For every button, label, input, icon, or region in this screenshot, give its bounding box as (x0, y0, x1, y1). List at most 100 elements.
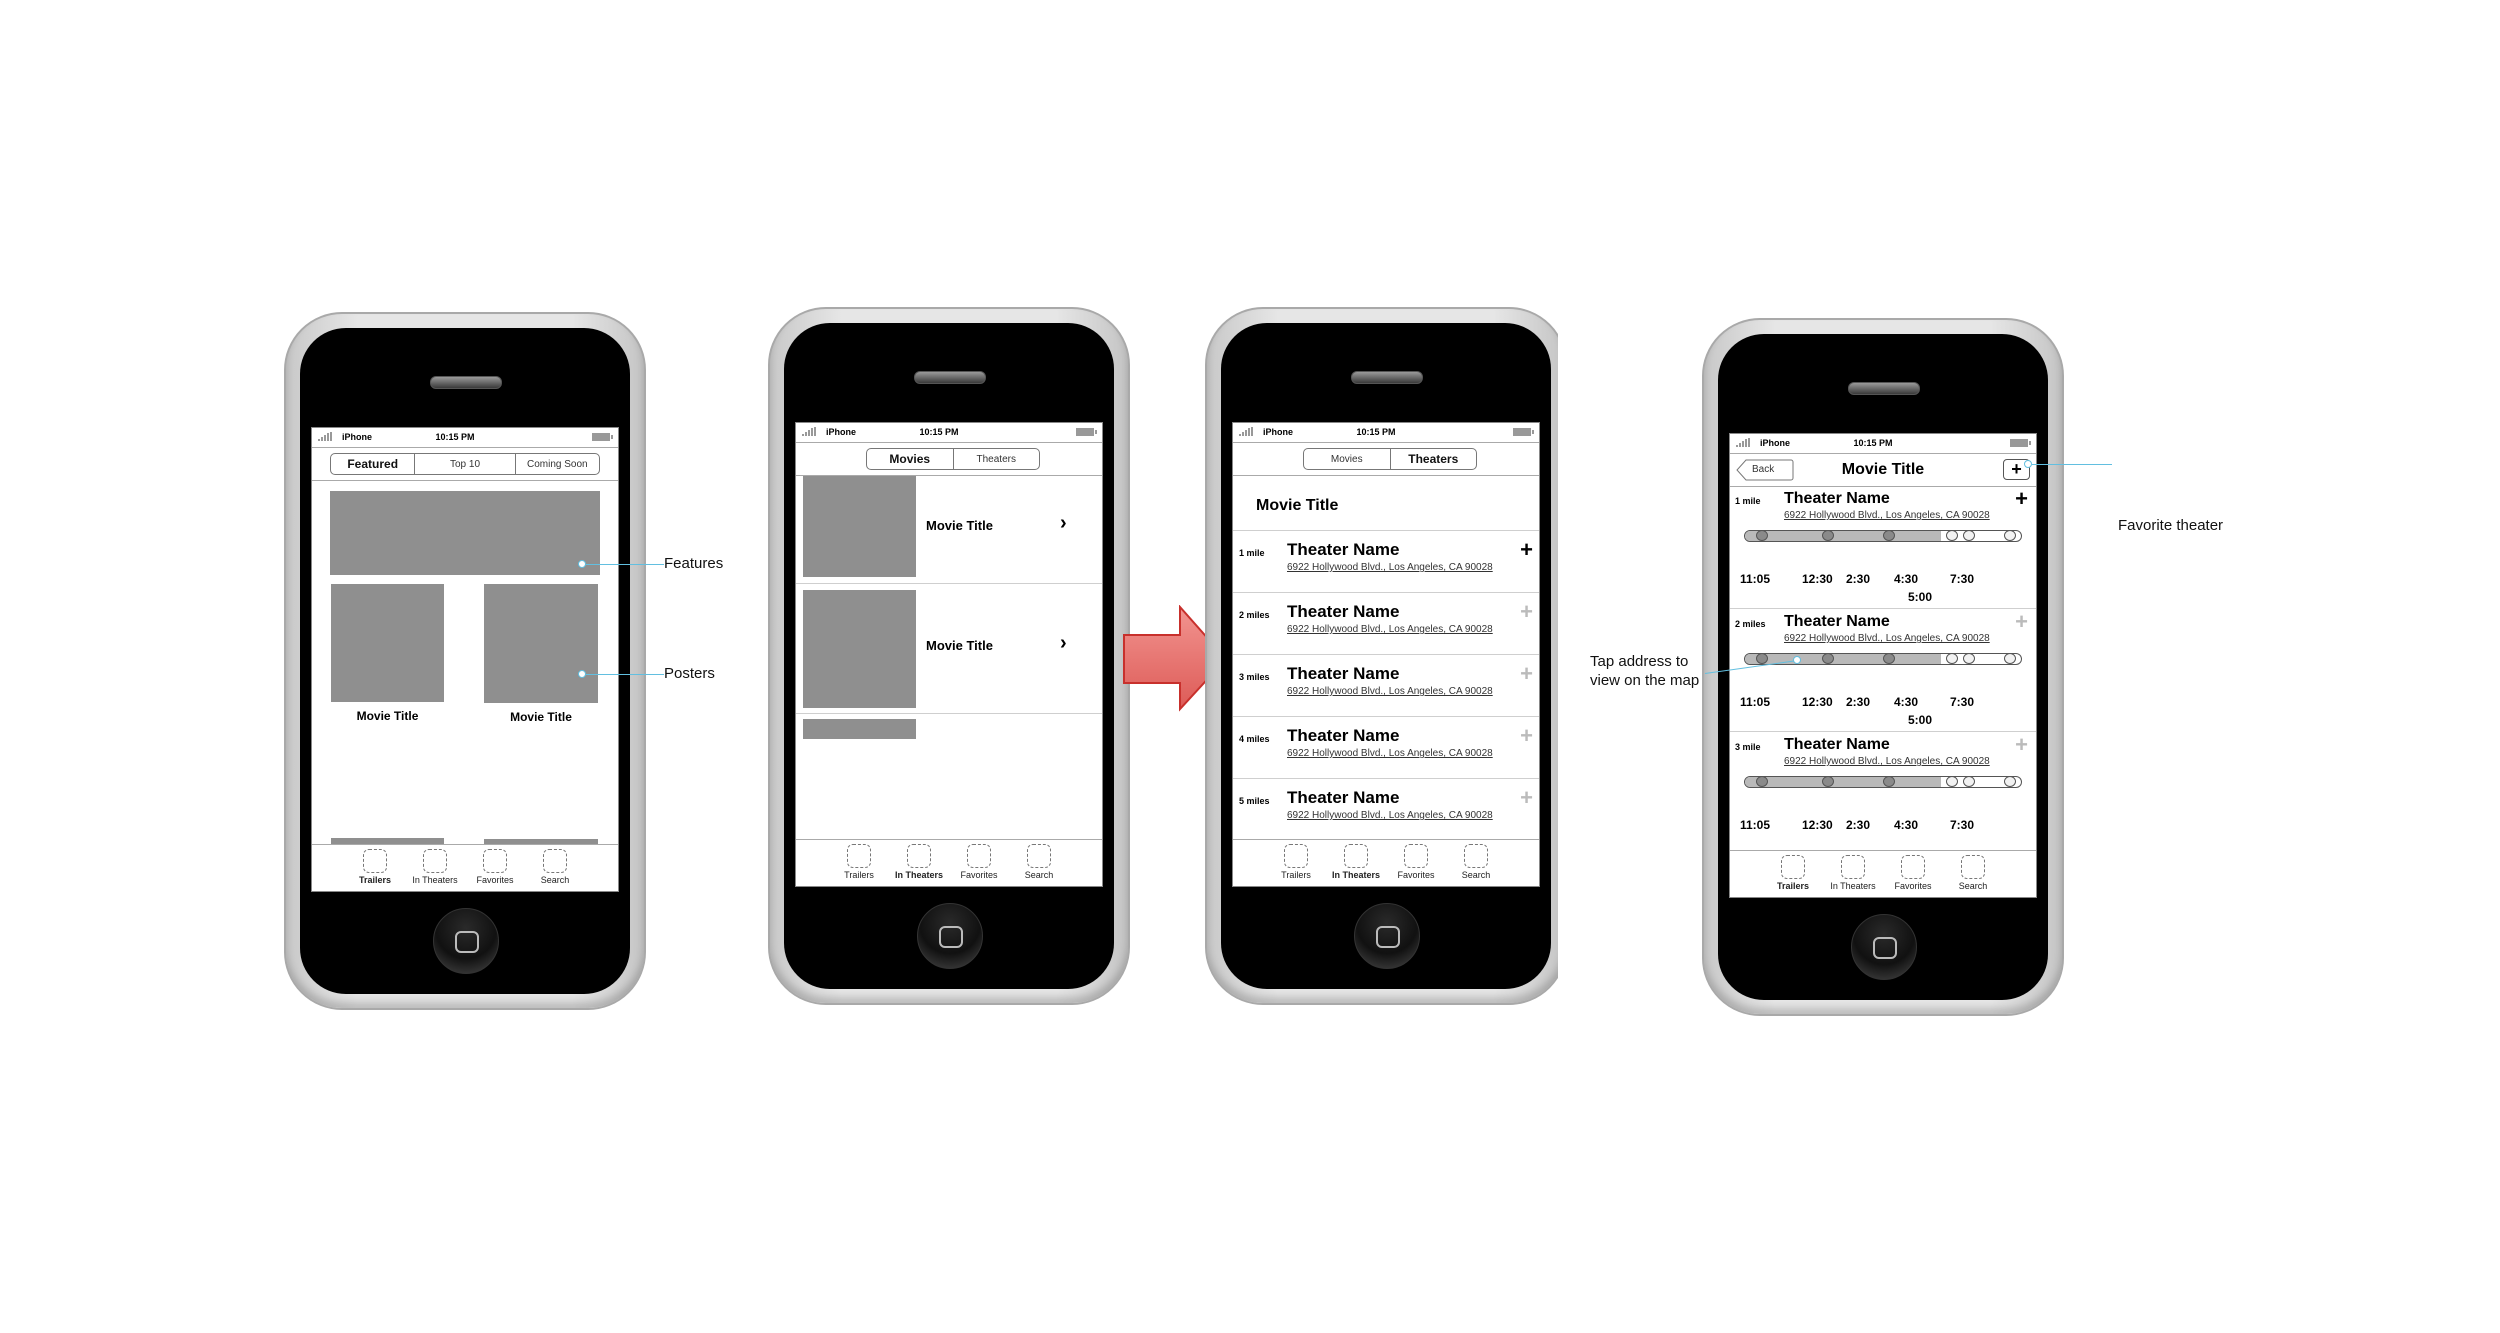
showtime-label[interactable]: 4:30 (1894, 572, 1918, 586)
showtime-marker[interactable] (1882, 776, 1895, 787)
theater-name[interactable]: Theater Name (1287, 664, 1399, 684)
showtime-marker[interactable] (1946, 530, 1958, 541)
theater-name[interactable]: Theater Name (1287, 726, 1399, 746)
showtime-label[interactable]: 2:30 (1846, 818, 1870, 832)
showtime-marker[interactable] (1962, 530, 1975, 541)
showtime-label[interactable]: 11:05 (1740, 818, 1770, 832)
theater-name[interactable]: Theater Name (1784, 490, 1890, 508)
showtime-marker[interactable] (1946, 653, 1958, 664)
home-button[interactable] (917, 903, 983, 969)
showtime-label[interactable]: 2:30 (1846, 695, 1870, 709)
theater-row[interactable]: 2 miles Theater Name 6922 Hollywood Blvd.,… (1233, 593, 1539, 655)
showtime-label[interactable]: 5:00 (1908, 713, 1932, 727)
showtime-marker[interactable] (2003, 530, 2016, 541)
home-button[interactable] (433, 908, 499, 974)
segment-featured[interactable]: Featured (331, 454, 414, 474)
theater-name[interactable]: Theater Name (1784, 613, 1890, 631)
favorite-plus-icon[interactable]: + (2015, 611, 2028, 633)
favorite-plus-icon[interactable]: + (1520, 601, 1533, 623)
favorite-plus-icon[interactable]: + (1520, 787, 1533, 809)
tab-trailers[interactable]: Trailers (345, 845, 405, 891)
home-button[interactable] (1354, 903, 1420, 969)
tab-favorites[interactable]: Favorites (949, 840, 1009, 886)
showtime-marker[interactable] (1882, 653, 1895, 664)
tab-in-theaters[interactable]: In Theaters (405, 845, 465, 891)
theater-address-link[interactable]: 6922 Hollywood Blvd., Los Angeles, CA 90… (1287, 748, 1493, 759)
theater-row[interactable]: 1 mile Theater Name 6922 Hollywood Blvd., … (1233, 531, 1539, 593)
showtime-marker[interactable] (1755, 776, 1768, 787)
theater-row[interactable]: 2 miles Theater Name 6922 Hollywood Blvd.,… (1730, 609, 2036, 732)
tab-in-theaters[interactable]: In Theaters (1823, 851, 1883, 897)
showtime-marker[interactable] (1755, 530, 1768, 541)
showtime-label[interactable]: 7:30 (1950, 695, 1974, 709)
showtime-label[interactable]: 12:30 (1802, 695, 1833, 709)
showtime-label[interactable]: 4:30 (1894, 818, 1918, 832)
showtime-label[interactable]: 12:30 (1802, 818, 1833, 832)
showtime-label[interactable]: 7:30 (1950, 572, 1974, 586)
showtime-label[interactable]: 12:30 (1802, 572, 1833, 586)
segment-coming-soon[interactable]: Coming Soon (514, 454, 599, 474)
showtime-label[interactable]: 4:30 (1894, 695, 1918, 709)
tab-in-theaters[interactable]: In Theaters (1326, 840, 1386, 886)
poster-1-title[interactable]: Movie Title (331, 709, 444, 723)
theater-row[interactable]: 1 mile Theater Name 6922 Hollywood Blvd., … (1730, 486, 2036, 609)
showtime-marker[interactable] (2003, 776, 2016, 787)
tab-search[interactable]: Search (1446, 840, 1506, 886)
showtime-label[interactable]: 5:00 (1908, 590, 1932, 604)
theater-address-link[interactable]: 6922 Hollywood Blvd., Los Angeles, CA 90… (1784, 633, 1990, 644)
showtime-marker[interactable] (1821, 530, 1834, 541)
theater-address-link[interactable]: 6922 Hollywood Blvd., Los Angeles, CA 90… (1784, 510, 1990, 521)
showtime-label[interactable]: 2:30 (1846, 572, 1870, 586)
showtime-label[interactable]: 11:05 (1740, 572, 1770, 586)
tab-trailers[interactable]: Trailers (1763, 851, 1823, 897)
showtime-marker[interactable] (1962, 653, 1975, 664)
segment-theaters[interactable]: Theaters (1389, 449, 1477, 469)
theater-row[interactable]: 3 mile Theater Name 6922 Hollywood Blvd., … (1730, 732, 2036, 842)
theater-address-link[interactable]: 6922 Hollywood Blvd., Los Angeles, CA 90… (1287, 562, 1493, 573)
tab-search[interactable]: Search (1009, 840, 1069, 886)
segment-theaters[interactable]: Theaters (952, 449, 1040, 469)
favorite-plus-icon[interactable]: + (2015, 488, 2028, 510)
theater-address-link[interactable]: 6922 Hollywood Blvd., Los Angeles, CA 90… (1287, 810, 1493, 821)
showtime-marker[interactable] (1821, 776, 1834, 787)
theater-name[interactable]: Theater Name (1287, 788, 1399, 808)
theater-name[interactable]: Theater Name (1287, 540, 1399, 560)
movie-row[interactable]: Movie Title › (796, 590, 1102, 710)
tab-search[interactable]: Search (525, 845, 585, 891)
theater-address-link[interactable]: 6922 Hollywood Blvd., Los Angeles, CA 90… (1784, 756, 1990, 767)
poster-1[interactable] (331, 584, 444, 702)
favorite-plus-icon[interactable]: + (1520, 725, 1533, 747)
theater-row[interactable]: 3 miles Theater Name 6922 Hollywood Blvd.,… (1233, 655, 1539, 717)
tab-favorites[interactable]: Favorites (1386, 840, 1446, 886)
theater-address-link[interactable]: 6922 Hollywood Blvd., Los Angeles, CA 90… (1287, 624, 1493, 635)
tab-favorites[interactable]: Favorites (1883, 851, 1943, 897)
segment-movies[interactable]: Movies (867, 449, 953, 469)
tab-favorites[interactable]: Favorites (465, 845, 525, 891)
segment-top-10[interactable]: Top 10 (414, 454, 514, 474)
tab-in-theaters[interactable]: In Theaters (889, 840, 949, 886)
showtime-marker[interactable] (1821, 653, 1834, 664)
showtime-marker[interactable] (1882, 530, 1895, 541)
theater-name[interactable]: Theater Name (1287, 602, 1399, 622)
showtime-marker[interactable] (2003, 653, 2016, 664)
theater-row[interactable]: 5 miles Theater Name 6922 Hollywood Blvd.,… (1233, 779, 1539, 841)
showtime-marker[interactable] (1962, 776, 1975, 787)
poster-2[interactable] (484, 584, 598, 703)
home-button[interactable] (1851, 914, 1917, 980)
favorite-plus-icon[interactable]: + (1520, 539, 1533, 561)
theater-row[interactable]: 4 miles Theater Name 6922 Hollywood Blvd.,… (1233, 717, 1539, 779)
theater-address-link[interactable]: 6922 Hollywood Blvd., Los Angeles, CA 90… (1287, 686, 1493, 697)
showtime-label[interactable]: 11:05 (1740, 695, 1770, 709)
feature-banner[interactable] (330, 491, 600, 575)
favorite-plus-icon[interactable]: + (1520, 663, 1533, 685)
showtime-label[interactable]: 7:30 (1950, 818, 1974, 832)
theater-name[interactable]: Theater Name (1784, 736, 1890, 754)
tab-trailers[interactable]: Trailers (829, 840, 889, 886)
segment-movies[interactable]: Movies (1304, 449, 1390, 469)
poster-2-title[interactable]: Movie Title (484, 710, 598, 724)
favorite-plus-icon[interactable]: + (2015, 734, 2028, 756)
tab-search[interactable]: Search (1943, 851, 2003, 897)
tab-trailers[interactable]: Trailers (1266, 840, 1326, 886)
showtime-marker[interactable] (1946, 776, 1958, 787)
showtime-marker[interactable] (1755, 653, 1768, 664)
